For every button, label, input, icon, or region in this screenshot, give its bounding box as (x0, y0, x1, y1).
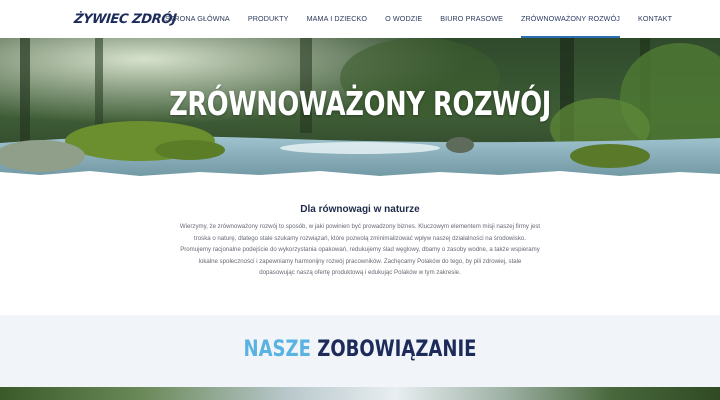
nav-links: STRONA GŁÓWNA PRODUKTY MAMA I DZIECKO O … (156, 0, 681, 38)
top-navigation: ŻYWIEC ZDRÓJ STRONA GŁÓWNA PRODUKTY MAMA… (0, 0, 720, 38)
intro-line: Promujemy racjonalne podejście do wykorz… (180, 246, 540, 253)
intro-heading: Dla równowagi w naturze (300, 204, 420, 215)
commitment-word-zobowiazanie: ZOBOWIĄZANIE (317, 337, 477, 362)
intro-line: Wierzymy, że zrównoważony rozwój to spos… (179, 223, 541, 230)
nav-item-biuro-prasowe[interactable]: BIURO PRASOWE (440, 0, 503, 38)
intro-line: lokalne społeczności i zapewniamy harmon… (198, 257, 522, 265)
hero-title: ZRÓWNOWAŻONY ROZWÓJ (169, 84, 551, 123)
commitment-section: NASZE ZOBOWIĄZANIE (0, 315, 720, 387)
intro-line: troska o naturę, dlatego stale szukamy r… (194, 234, 526, 242)
nav-item-mama-i-dziecko[interactable]: MAMA I DZIECKO (307, 0, 368, 38)
hero-banner: ZRÓWNOWAŻONY ROZWÓJ (0, 38, 720, 180)
commitment-word-nasze: NASZE (243, 337, 311, 362)
nav-item-o-wodzie[interactable]: O WODZIE (385, 0, 422, 38)
commitment-title: NASZE ZOBOWIĄZANIE (65, 337, 655, 362)
intro-section: Dla równowagi w naturze Wierzymy, że zró… (0, 180, 720, 315)
nav-item-produkty[interactable]: PRODUKTY (248, 0, 289, 38)
intro-line: dopasowując naszą ofertę produktową i ed… (259, 269, 461, 276)
nav-item-zrownowazony-rozwoj[interactable]: ZRÓWNOWAŻONY ROZWÓJ (521, 0, 620, 38)
next-section-image (0, 387, 720, 400)
intro-paragraph: Wierzymy, że zrównoważony rozwój to spos… (160, 221, 560, 279)
nav-item-kontakt[interactable]: KONTAKT (638, 0, 672, 38)
nav-item-strona-glowna[interactable]: STRONA GŁÓWNA (165, 0, 230, 38)
